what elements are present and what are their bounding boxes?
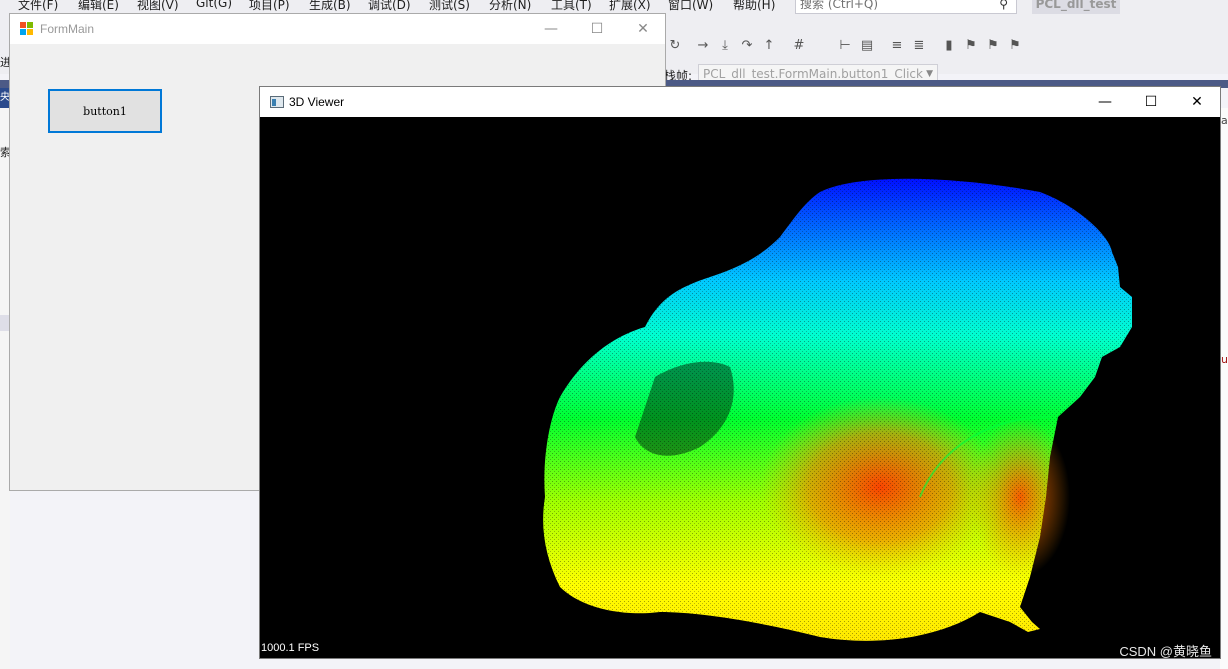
menu-file[interactable]: 文件(F) (18, 0, 58, 13)
vs-right-partial-text: a (1221, 114, 1228, 127)
menu-test[interactable]: 测试(S) (429, 0, 470, 13)
fps-counter: 1000.1 FPS (261, 642, 320, 654)
minimize-button[interactable]: — (528, 14, 574, 44)
vs-menubar: 文件(F) 编辑(E) 视图(V) Git(G) 项目(P) 生成(B) 调试(… (0, 0, 1228, 14)
step-into-icon[interactable]: ⤓ (716, 36, 734, 54)
vs-search-placeholder: 搜索 (Ctrl+Q) (800, 0, 879, 11)
next-bookmark-icon[interactable]: ⚑ (984, 36, 1002, 54)
menu-view[interactable]: 视图(V) (137, 0, 179, 13)
stack-frame-value: PCL_dll_test.FormMain.button1_Click (703, 67, 923, 81)
search-icon: ⚲ (999, 0, 1008, 11)
viewer-app-icon (270, 96, 284, 108)
maximize-button[interactable]: ☐ (574, 14, 620, 44)
vs-left-highlight (0, 315, 9, 331)
menu-project[interactable]: 项目(P) (249, 0, 290, 13)
step-over-icon[interactable]: → (694, 36, 712, 54)
clear-bookmark-icon[interactable]: ⚑ (1006, 36, 1024, 54)
vs-left-panel-tab[interactable]: 央 (0, 88, 9, 108)
close-button[interactable]: ✕ (1174, 87, 1220, 117)
viewer-titlebar[interactable]: 3D Viewer — ☐ ✕ (260, 87, 1220, 117)
point-cloud-texture (543, 178, 1132, 641)
vs-right-partial-text-2: u (1221, 353, 1228, 366)
project-name-badge: PCL_dll_test (1032, 0, 1120, 14)
bookmark-icon[interactable]: ▮ (940, 36, 958, 54)
step-over-arrow-icon[interactable]: ↷ (738, 36, 756, 54)
menu-window[interactable]: 窗口(W) (668, 0, 713, 13)
step-out-icon[interactable]: ↑ (760, 36, 778, 54)
hex-icon[interactable]: # (790, 36, 808, 54)
formmain-title: FormMain (40, 22, 95, 36)
menu-analyze[interactable]: 分析(N) (489, 0, 531, 13)
winforms-app-icon (20, 22, 33, 35)
refresh-icon[interactable]: ↻ (666, 36, 684, 54)
thread-icon[interactable]: ⊢ (836, 36, 854, 54)
minimize-button[interactable]: — (1082, 87, 1128, 117)
viewer-title: 3D Viewer (289, 95, 345, 109)
vs-right-strip (1220, 108, 1228, 669)
button1[interactable]: button1 (48, 89, 162, 133)
maximize-button[interactable]: ☐ (1128, 87, 1174, 117)
point-cloud-canvas[interactable] (260, 117, 1220, 658)
formmain-titlebar[interactable]: FormMain — ☐ ✕ (10, 14, 665, 44)
menu-git[interactable]: Git(G) (196, 0, 232, 10)
watermark: CSDN @黄晓鱼 (1119, 644, 1212, 659)
stack-icon[interactable]: ▤ (858, 36, 876, 54)
menu-debug[interactable]: 调试(D) (368, 0, 411, 13)
indent-icon[interactable]: ≡ (888, 36, 906, 54)
menu-build[interactable]: 生成(B) (309, 0, 351, 13)
outdent-icon[interactable]: ≣ (910, 36, 928, 54)
menu-extensions[interactable]: 扩展(X) (609, 0, 651, 13)
vs-search-box[interactable]: 搜索 (Ctrl+Q) ⚲ (795, 0, 1017, 14)
prev-bookmark-icon[interactable]: ⚑ (962, 36, 980, 54)
menu-edit[interactable]: 编辑(E) (78, 0, 119, 13)
menu-help[interactable]: 帮助(H) (733, 0, 775, 13)
viewer-window: 3D Viewer — ☐ ✕ 1000.1 FPS CSDN @黄晓鱼 (259, 86, 1221, 659)
menu-tools[interactable]: 工具(T) (551, 0, 592, 13)
close-button[interactable]: ✕ (620, 14, 666, 44)
